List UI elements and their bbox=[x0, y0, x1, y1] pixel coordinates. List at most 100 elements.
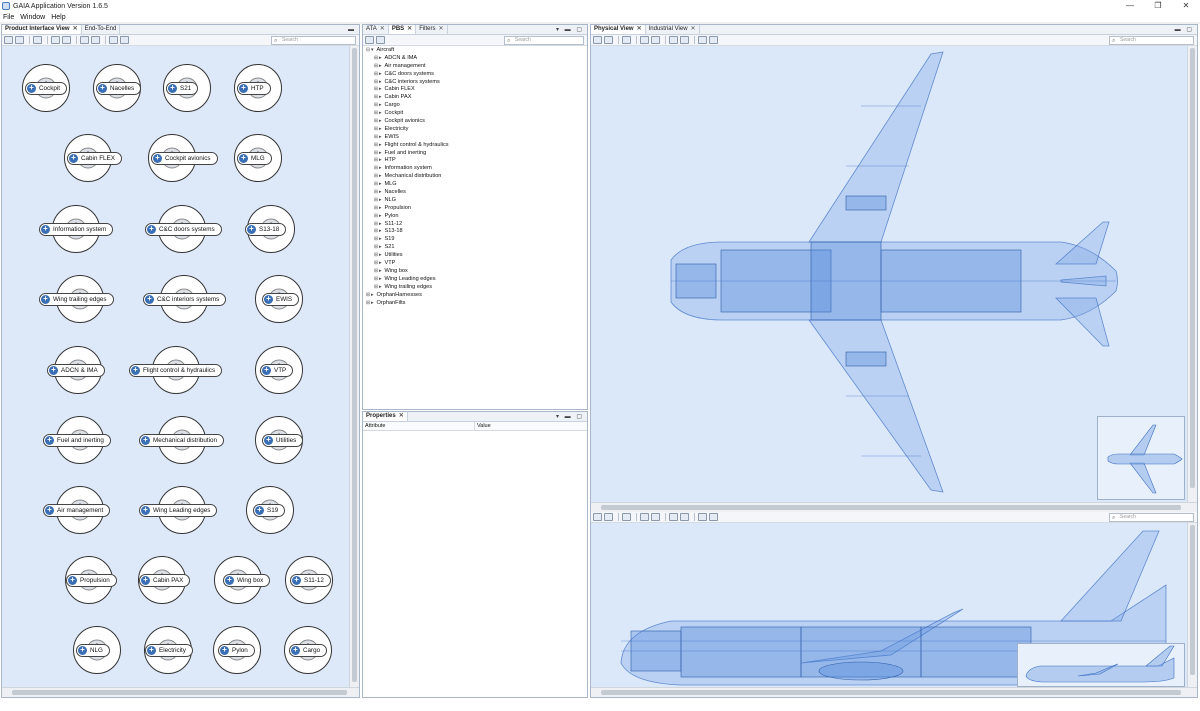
node-label-pill[interactable]: + C&C doors systems bbox=[145, 223, 222, 236]
interface-node[interactable]: + S21 bbox=[163, 64, 211, 112]
expand-plus-icon[interactable]: + bbox=[41, 225, 50, 234]
interface-node[interactable]: + C&C doors systems bbox=[145, 205, 222, 253]
tab-industrial-view[interactable]: Industrial View ✕ bbox=[646, 25, 700, 34]
minimap[interactable] bbox=[1097, 416, 1185, 500]
tree-item[interactable]: ⊞ ▸ Electricity bbox=[365, 126, 585, 134]
node-label-pill[interactable]: + Flight control & hydraulics bbox=[129, 364, 223, 377]
vertical-scrollbar[interactable] bbox=[349, 46, 359, 687]
layout-icon[interactable] bbox=[109, 36, 118, 44]
expand-plus-icon[interactable]: + bbox=[41, 295, 50, 304]
expand-plus-icon[interactable]: + bbox=[98, 84, 107, 93]
interface-node[interactable]: + S13-18 bbox=[245, 205, 295, 253]
zoom-icon[interactable] bbox=[669, 36, 678, 44]
close-tab-icon[interactable]: ✕ bbox=[407, 25, 412, 34]
tree-item[interactable]: ⊞ ▸ Cabin FLEX bbox=[365, 86, 585, 94]
scroll-thumb[interactable] bbox=[352, 48, 357, 682]
select-icon[interactable] bbox=[622, 36, 631, 44]
node-label-pill[interactable]: + Cabin PAX bbox=[139, 574, 191, 587]
fit-icon[interactable] bbox=[680, 36, 689, 44]
tab-physical-view[interactable]: Physical View ✕ bbox=[591, 25, 646, 34]
expand-plus-icon[interactable]: + bbox=[292, 576, 301, 585]
tree-item[interactable]: ⊞ ▸ Cockpit avionics bbox=[365, 118, 585, 126]
fit-icon[interactable] bbox=[91, 36, 100, 44]
tree-item[interactable]: ⊞ ▸ Cargo bbox=[365, 102, 585, 110]
tree-item[interactable]: ⊞ ▸ Wing Leading edges bbox=[365, 276, 585, 284]
tree-item[interactable]: ⊞ ▸ Propulsion bbox=[365, 205, 585, 213]
tree-item[interactable]: ⊞ ▸ C&C doors systems bbox=[365, 71, 585, 79]
minimize-button[interactable]: — bbox=[1116, 0, 1144, 12]
expand-plus-icon[interactable]: + bbox=[145, 295, 154, 304]
tree-item[interactable]: ⊞ ▸ Pylon bbox=[365, 213, 585, 221]
tree-item[interactable]: ⊞ ▸ HTP bbox=[365, 157, 585, 165]
interface-node[interactable]: + C&C interiors systems bbox=[143, 275, 227, 323]
tree-item[interactable]: ⊞ ▸ Nacelles bbox=[365, 189, 585, 197]
expand-plus-icon[interactable]: + bbox=[69, 154, 78, 163]
expand-plus-icon[interactable]: + bbox=[264, 436, 273, 445]
interface-node[interactable]: + Flight control & hydraulics bbox=[129, 346, 223, 394]
expand-plus-icon[interactable]: + bbox=[141, 576, 150, 585]
minimize-view-icon[interactable]: ▬ bbox=[348, 25, 356, 35]
interface-node[interactable]: + VTP bbox=[255, 346, 303, 394]
copy-icon[interactable] bbox=[593, 36, 602, 44]
node-label-pill[interactable]: + Cockpit avionics bbox=[151, 152, 218, 165]
tree-item[interactable]: ⊞ ▸ Flight control & hydraulics bbox=[365, 142, 585, 150]
scroll-thumb[interactable] bbox=[1190, 48, 1195, 488]
menu-file[interactable]: File bbox=[3, 14, 14, 21]
expand-plus-icon[interactable]: + bbox=[255, 506, 264, 515]
scroll-thumb[interactable] bbox=[12, 690, 347, 695]
node-label-pill[interactable]: + Wing trailing edges bbox=[39, 293, 114, 306]
column-value[interactable]: Value bbox=[475, 422, 491, 430]
expand-plus-icon[interactable]: + bbox=[68, 576, 77, 585]
interface-node[interactable]: + S19 bbox=[246, 486, 294, 534]
select-icon[interactable] bbox=[622, 513, 631, 521]
close-tab-icon[interactable]: ✕ bbox=[380, 25, 385, 34]
fit-icon[interactable] bbox=[680, 513, 689, 521]
pan-icon[interactable] bbox=[62, 36, 71, 44]
tree-item[interactable]: ⊞ ▸ S19 bbox=[365, 236, 585, 244]
interface-node[interactable]: + Nacelles bbox=[93, 64, 142, 112]
node-label-pill[interactable]: + Cabin FLEX bbox=[67, 152, 122, 165]
interface-node[interactable]: + S11-12 bbox=[285, 556, 333, 604]
view-menu-icon[interactable]: ▬ ▢ bbox=[1175, 25, 1194, 35]
layout-icon[interactable] bbox=[698, 513, 707, 521]
expand-plus-icon[interactable]: + bbox=[168, 84, 177, 93]
tree-item[interactable]: ⊞ ▸ VTP bbox=[365, 260, 585, 268]
tab-ata[interactable]: ATA ✕ bbox=[363, 25, 389, 34]
node-label-pill[interactable]: + S21 bbox=[166, 82, 199, 95]
close-tab-icon[interactable]: ✕ bbox=[439, 25, 444, 34]
rotate-icon[interactable] bbox=[640, 513, 649, 521]
interface-node[interactable]: + Wing trailing edges bbox=[39, 275, 114, 323]
menu-help[interactable]: Help bbox=[51, 14, 65, 21]
node-label-pill[interactable]: + S19 bbox=[253, 504, 286, 517]
interface-node[interactable]: + Wing box bbox=[214, 556, 271, 604]
node-label-pill[interactable]: + EWIS bbox=[262, 293, 300, 306]
node-label-pill[interactable]: + Fuel and inerting bbox=[43, 434, 111, 447]
tree-item[interactable]: ⊞ ▸ Wing trailing edges bbox=[365, 284, 585, 292]
tree-item[interactable]: ⊞ ▸ Mechanical distribution bbox=[365, 173, 585, 181]
close-tab-icon[interactable]: ✕ bbox=[691, 25, 696, 34]
node-label-pill[interactable]: + Mechanical distribution bbox=[139, 434, 225, 447]
expand-plus-icon[interactable]: + bbox=[78, 646, 87, 655]
print-icon[interactable] bbox=[15, 36, 24, 44]
expand-plus-icon[interactable]: + bbox=[153, 154, 162, 163]
tree-item[interactable]: ⊞ ▸ S11-12 bbox=[365, 221, 585, 229]
pan-icon[interactable] bbox=[651, 513, 660, 521]
tree-item[interactable]: ⊞ ▸ Wing box bbox=[365, 268, 585, 276]
tab-product-interface-view[interactable]: Product Interface View ✕ bbox=[2, 25, 82, 34]
expand-plus-icon[interactable]: + bbox=[264, 295, 273, 304]
interface-node[interactable]: + Pylon bbox=[213, 626, 261, 674]
expand-icon[interactable] bbox=[120, 36, 129, 44]
maximize-button[interactable]: ❐ bbox=[1144, 0, 1172, 12]
node-label-pill[interactable]: + Nacelles bbox=[96, 82, 142, 95]
interface-node[interactable]: + Cargo bbox=[284, 626, 332, 674]
expand-all-icon[interactable] bbox=[365, 36, 374, 44]
interface-node[interactable]: + Cabin FLEX bbox=[64, 134, 122, 182]
expand-plus-icon[interactable]: + bbox=[45, 506, 54, 515]
side-view-canvas[interactable] bbox=[591, 523, 1187, 689]
tree-item[interactable]: ⊞ ▸ Cockpit bbox=[365, 110, 585, 118]
interface-node[interactable]: + Cockpit bbox=[22, 64, 70, 112]
expand-plus-icon[interactable]: + bbox=[291, 646, 300, 655]
tree-item[interactable]: ⊞ ▸ NLG bbox=[365, 197, 585, 205]
node-label-pill[interactable]: + Air management bbox=[43, 504, 111, 517]
close-tab-icon[interactable]: ✕ bbox=[399, 412, 404, 421]
